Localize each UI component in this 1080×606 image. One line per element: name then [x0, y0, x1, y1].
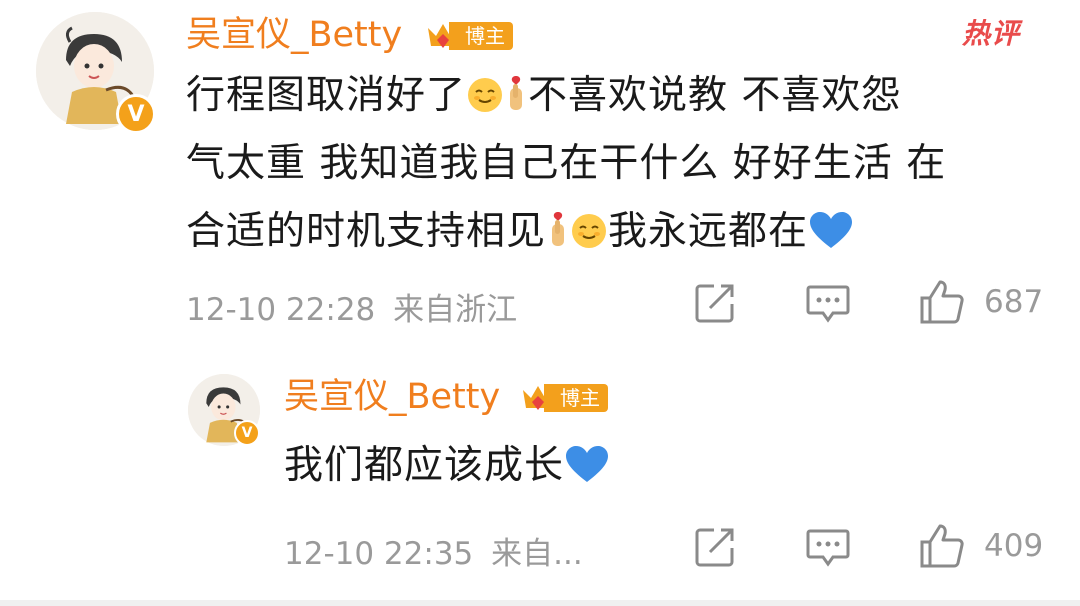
comment-line-1: 行程图取消好了 不喜欢说教 不喜欢怨 [186, 73, 902, 118]
smiling-face-emoji [468, 78, 503, 112]
comment-meta: 12-10 22:28 来自浙江 [186, 284, 517, 329]
timestamp: 12-10 22:28 [186, 292, 376, 328]
blogger-badge: 7 博主 [520, 380, 608, 416]
comment-icon[interactable] [805, 527, 851, 569]
hot-comment-tag: 热评 [962, 17, 1021, 50]
smiling-face-emoji [572, 214, 607, 248]
finger-heart-emoji [510, 76, 523, 110]
comment-line-3: 合适的时机支持相见 我永远都在 [186, 198, 1046, 266]
username[interactable]: 吴宣仪_Betty [186, 10, 402, 60]
comment-line-2: 气太重 我知道我自己在干什么 好好生活 在 [186, 141, 947, 186]
finger-heart-emoji [552, 212, 565, 246]
thumbs-up-icon[interactable] [918, 278, 966, 326]
comment-icon[interactable] [805, 283, 851, 325]
timestamp: 12-10 22:35 [284, 536, 474, 572]
like-count: 409 [984, 528, 1044, 564]
location: 来自... [491, 536, 583, 572]
username[interactable]: 吴宣仪_Betty [284, 372, 500, 422]
like-count: 687 [984, 284, 1044, 320]
verified-badge-icon: V [116, 94, 156, 134]
next-item-edge [0, 600, 1080, 606]
thumbs-up-icon[interactable] [918, 522, 966, 570]
blogger-badge-label: 博主 [544, 384, 608, 412]
comment-text: 我们都应该成长 [284, 432, 1044, 500]
blogger-badge: 7 博主 [425, 18, 513, 54]
blue-heart-emoji [566, 446, 609, 482]
location: 来自浙江 [393, 292, 518, 328]
share-icon[interactable] [694, 526, 736, 568]
avatar[interactable]: V [188, 374, 260, 446]
share-icon[interactable] [694, 282, 736, 324]
comment-meta: 12-10 22:35 来自... [284, 528, 583, 573]
blue-heart-emoji [810, 212, 853, 248]
verified-badge-icon: V [234, 420, 260, 446]
avatar[interactable]: V [36, 12, 156, 134]
blogger-badge-label: 博主 [449, 22, 513, 50]
comment-text: 行程图取消好了 不喜欢说教 不喜欢怨 气太重 我知道我自己在干什么 好好生活 在 … [186, 62, 1046, 266]
